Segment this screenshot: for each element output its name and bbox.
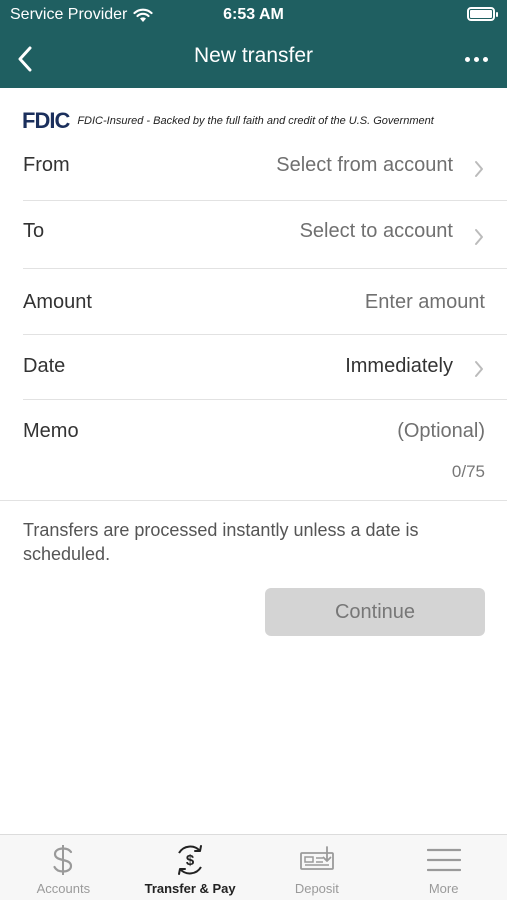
memo-label: Memo [23, 420, 79, 442]
memo-row[interactable]: Memo (Optional) [0, 400, 507, 500]
chevron-right-icon [475, 229, 483, 245]
continue-button[interactable]: Continue [265, 588, 485, 636]
chevron-right-icon [475, 161, 483, 177]
more-dot [482, 56, 488, 62]
tab-more-label: More [428, 881, 459, 896]
tab-transfer-pay-label: Transfer & Pay [144, 881, 236, 896]
amount-label: Amount [23, 291, 92, 313]
to-label: To [23, 220, 45, 242]
status-bar: Service Provider 6:53 AM [0, 0, 507, 30]
to-value: Select to account [299, 220, 453, 242]
menu-icon [426, 848, 461, 872]
tab-more[interactable]: More [380, 835, 507, 900]
page-title: New transfer [193, 44, 314, 67]
from-label: From [23, 154, 70, 176]
from-value: Select from account [276, 154, 453, 176]
tab-deposit-label: Deposit [294, 881, 339, 896]
fdic-logo: FDIC [22, 108, 70, 133]
tab-accounts[interactable]: Accounts [0, 835, 127, 900]
battery-icon [467, 7, 498, 21]
chevron-right-icon [475, 361, 483, 377]
amount-input[interactable]: Enter amount [365, 291, 485, 314]
date-row[interactable]: Date Immediately [0, 335, 507, 399]
fdic-banner: FDIC FDIC-Insured - Backed by the full f… [22, 108, 434, 134]
more-dots-icon [464, 56, 470, 62]
date-label: Date [23, 355, 66, 377]
fdic-text: FDIC-Insured - Backed by the full faith … [77, 115, 434, 127]
more-options-button[interactable] [459, 42, 493, 76]
memo-input[interactable]: (Optional) [397, 420, 485, 443]
more-dot [473, 56, 479, 62]
nav-bar: New transfer [0, 30, 507, 88]
to-row[interactable]: To Select to account [0, 201, 507, 268]
tab-deposit[interactable]: Deposit [254, 835, 381, 900]
dollar-icon [53, 845, 73, 875]
deposit-check-icon [299, 846, 334, 870]
svg-text:$: $ [186, 852, 195, 869]
memo-counter: 0/75 [451, 462, 485, 481]
status-time: 6:53 AM [223, 6, 284, 23]
amount-row[interactable]: Amount Enter amount [0, 269, 507, 334]
tab-bar: Accounts $ Transfer & Pay Deposit More [0, 834, 507, 900]
transfer-pay-icon: $ [178, 845, 203, 875]
tab-transfer-pay[interactable]: $ Transfer & Pay [127, 835, 254, 900]
date-value: Immediately [345, 355, 453, 377]
tab-accounts-label: Accounts [36, 881, 91, 896]
from-row[interactable]: From Select from account [0, 140, 507, 200]
info-text: Transfers are processed instantly unless… [23, 520, 419, 564]
divider [0, 500, 507, 501]
